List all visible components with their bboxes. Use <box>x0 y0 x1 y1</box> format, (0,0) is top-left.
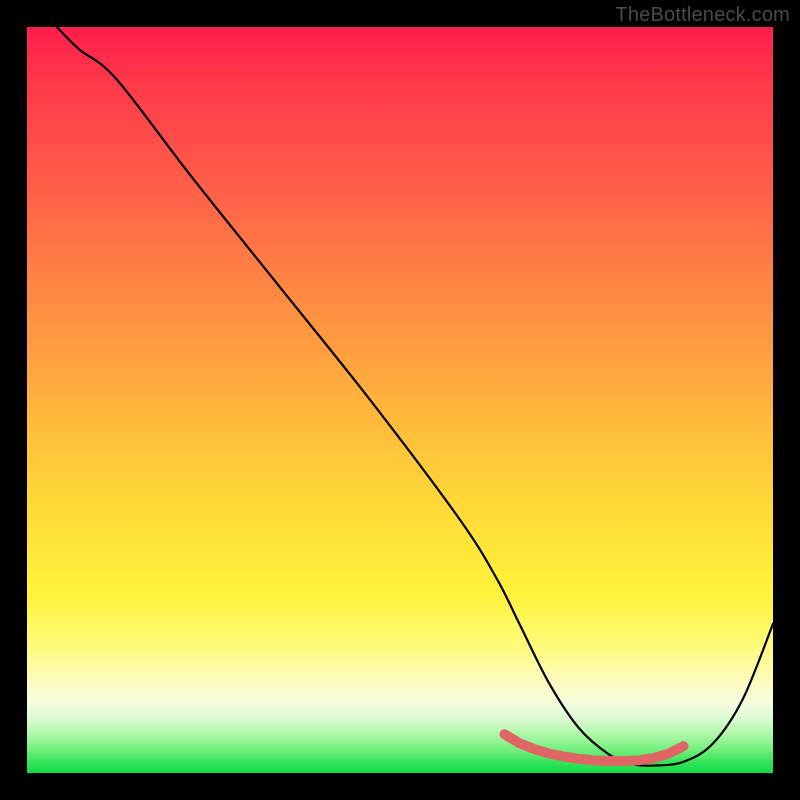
optimal-zone-dot <box>514 738 524 748</box>
bottleneck-curve-path <box>57 27 773 766</box>
optimal-zone-dot <box>589 755 599 765</box>
plot-area <box>27 27 773 773</box>
optimal-zone-dot <box>574 754 584 764</box>
optimal-zone-dots <box>499 729 688 766</box>
optimal-zone-dot <box>634 755 644 765</box>
optimal-zone-dot <box>664 749 674 759</box>
optimal-zone-dot <box>559 752 569 762</box>
optimal-zone-dot <box>604 756 614 766</box>
chart-frame: TheBottleneck.com <box>0 0 800 800</box>
optimal-zone-dot <box>678 741 688 751</box>
optimal-zone-dot <box>544 749 554 759</box>
optimal-zone-dot <box>529 744 539 754</box>
optimal-zone-dot <box>619 756 629 766</box>
optimal-zone-dot <box>649 753 659 763</box>
watermark-text: TheBottleneck.com <box>615 4 790 27</box>
curve-layer <box>27 27 773 773</box>
optimal-zone-dot <box>499 729 509 739</box>
